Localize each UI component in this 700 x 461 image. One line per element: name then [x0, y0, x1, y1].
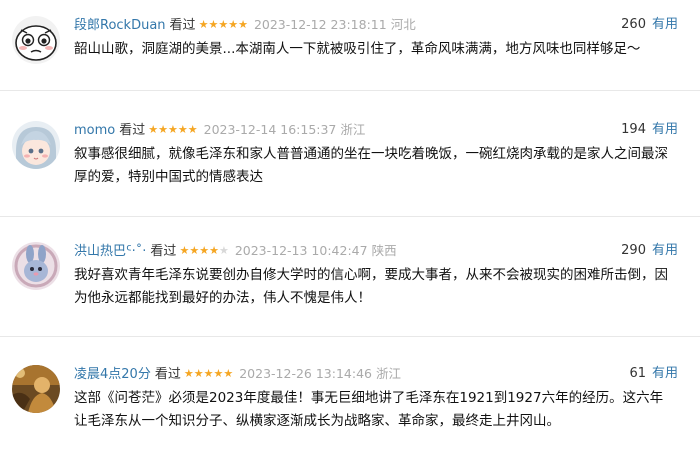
comment-content: 这部《问苍茫》必须是2023年度最佳！事无巨细地讲了毛泽东在1921到1927六… — [74, 390, 664, 429]
comment-location: 陕西 — [371, 243, 397, 258]
comment-time: 2023-12-12 23:18:11 — [253, 17, 387, 32]
star-icon: ★ — [209, 244, 219, 257]
rating-label: 看过 — [154, 367, 181, 382]
star-icon: ★ — [158, 123, 168, 136]
user-name-link[interactable]: 洪山热巴ᑦ·˚· — [74, 244, 146, 259]
comment-location: 浙江 — [375, 366, 401, 381]
vote-count: 290 — [621, 243, 646, 258]
vote-area: 260 有用 — [621, 16, 678, 34]
useful-button[interactable]: 有用 — [652, 243, 678, 258]
star-icon: ★ — [198, 18, 209, 31]
plush-bunny-avatar-icon — [12, 242, 60, 290]
star-icon: ★ — [148, 123, 159, 136]
divider — [0, 336, 700, 337]
star-empty-icon: ★ — [218, 244, 229, 257]
comment-content: 我好喜欢青年毛泽东说要创办自修大学时的信心啊，要成大事者，从来不会被现实的困难所… — [74, 267, 668, 306]
comment-time: 2023-12-26 13:14:46 — [239, 366, 372, 381]
rating-label: 看过 — [169, 18, 196, 33]
divider — [0, 90, 700, 91]
star-icon: ★ — [189, 244, 200, 257]
vote-area: 61 有用 — [629, 365, 678, 383]
comment-time: 2023-12-14 16:15:37 — [203, 122, 337, 137]
comment-content: 韶山山歌，洞庭湖的美景...本湖南人一下就被吸引住了，革命风味满满，地方风味也同… — [74, 41, 641, 57]
star-icon: ★ — [183, 367, 194, 380]
cartoon-face-avatar-icon — [12, 16, 60, 64]
user-name-link[interactable]: momo — [74, 123, 115, 138]
useful-button[interactable]: 有用 — [652, 366, 678, 381]
star-icon: ★ — [228, 18, 239, 31]
comment-content: 叙事感很细腻，就像毛泽东和家人普普通通的坐在一块吃着晚饭，一碗红烧肉承载的是家人… — [74, 146, 668, 185]
useful-button[interactable]: 有用 — [652, 122, 678, 137]
star-rating: ★★★★★ — [179, 244, 228, 257]
vote-count: 260 — [621, 17, 646, 32]
golden-figure-avatar-icon — [12, 365, 60, 413]
star-icon: ★ — [199, 244, 210, 257]
divider — [0, 216, 700, 217]
comment-meta: 凌晨4点20分 看过 ★★★★★ 2023-12-26 13:14:46 浙江 — [74, 365, 401, 383]
star-rating: ★★★★★ — [199, 18, 248, 31]
star-icon: ★ — [203, 367, 214, 380]
comment-time: 2023-12-13 10:42:47 — [234, 243, 368, 258]
star-icon: ★ — [177, 123, 188, 136]
vote-count: 61 — [629, 366, 646, 381]
star-icon: ★ — [208, 18, 219, 31]
user-avatar[interactable] — [12, 16, 60, 64]
star-icon: ★ — [223, 367, 234, 380]
star-rating: ★★★★★ — [148, 123, 197, 136]
star-icon: ★ — [213, 367, 224, 380]
useful-button[interactable]: 有用 — [652, 17, 678, 32]
vote-area: 290 有用 — [621, 242, 678, 260]
rating-label: 看过 — [119, 123, 146, 138]
rating-label: 看过 — [150, 244, 177, 259]
user-avatar[interactable] — [12, 365, 60, 413]
vote-count: 194 — [621, 122, 646, 137]
star-icon: ★ — [187, 123, 198, 136]
user-avatar[interactable] — [12, 121, 60, 169]
star-icon: ★ — [179, 244, 190, 257]
vote-area: 194 有用 — [621, 121, 678, 139]
star-icon: ★ — [238, 18, 248, 31]
comment-meta: 洪山热巴ᑦ·˚· 看过 ★★★★★ 2023-12-13 10:42:47 陕西 — [74, 242, 397, 260]
star-rating: ★★★★★ — [184, 367, 233, 380]
user-name-link[interactable]: 凌晨4点20分 — [74, 367, 151, 382]
star-icon: ★ — [193, 367, 204, 380]
user-avatar[interactable] — [12, 242, 60, 290]
user-name-link[interactable]: 段郎RockDuan — [74, 18, 166, 33]
comment-location: 河北 — [390, 17, 416, 32]
comment-location: 浙江 — [340, 122, 366, 137]
star-icon: ★ — [168, 123, 178, 136]
comment-meta: momo 看过 ★★★★★ 2023-12-14 16:15:37 浙江 — [74, 121, 365, 139]
comment-meta: 段郎RockDuan 看过 ★★★★★ 2023-12-12 23:18:11 河北 — [74, 16, 416, 34]
anime-girl-avatar-icon — [12, 121, 60, 169]
star-icon: ★ — [218, 18, 229, 31]
